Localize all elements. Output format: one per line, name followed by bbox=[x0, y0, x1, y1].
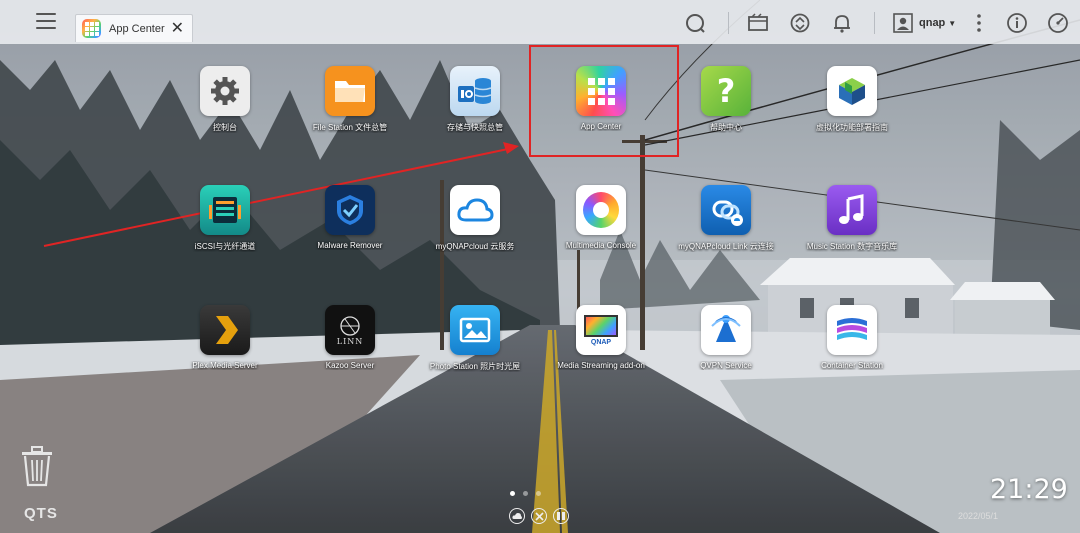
app-label: Container Station bbox=[821, 361, 883, 370]
app-file-station[interactable]: File Station 文件总管 bbox=[288, 66, 412, 133]
multimedia-icon bbox=[576, 185, 626, 235]
app-qvpn[interactable]: QVPN Service bbox=[664, 305, 788, 370]
music-note-icon bbox=[827, 185, 877, 235]
app-myqnapcloud-link[interactable]: myQNAPcloud Link 云连接 bbox=[664, 185, 788, 252]
folder-icon bbox=[325, 66, 375, 116]
shield-icon bbox=[325, 185, 375, 235]
page-indicator bbox=[510, 491, 541, 496]
app-label: Media Streaming add-on bbox=[557, 361, 645, 370]
background-task-icon[interactable] bbox=[747, 12, 769, 34]
tab-app-center[interactable]: App Center ✕ bbox=[75, 14, 193, 42]
cube-icon bbox=[827, 66, 877, 116]
recycle-bin-icon[interactable] bbox=[20, 445, 54, 487]
bottom-dock bbox=[509, 508, 569, 524]
qts-logo: QTS bbox=[24, 505, 58, 522]
app-label: 控制台 bbox=[213, 123, 237, 132]
app-control-panel[interactable]: 控制台 bbox=[163, 66, 287, 133]
app-media-streaming[interactable]: QNAP Media Streaming add-on bbox=[539, 305, 663, 370]
linn-wordmark: LINN bbox=[336, 336, 364, 346]
grid-dock-icon[interactable] bbox=[553, 508, 569, 524]
toolbar-divider bbox=[728, 12, 729, 34]
iscsi-icon bbox=[200, 185, 250, 235]
more-options-icon[interactable] bbox=[968, 12, 990, 34]
top-taskbar: App Center ✕ qnap ▼ bbox=[0, 0, 1080, 44]
app-multimedia-console[interactable]: Multimedia Console bbox=[539, 185, 663, 250]
question-icon: ? bbox=[701, 66, 751, 116]
close-icon[interactable]: ✕ bbox=[171, 18, 184, 38]
user-avatar-icon bbox=[893, 13, 913, 33]
app-center-tab-icon bbox=[82, 19, 101, 38]
main-menu-icon[interactable] bbox=[36, 13, 56, 31]
storage-icon bbox=[450, 66, 500, 116]
qnap-wordmark: QNAP bbox=[590, 338, 612, 346]
cloud-link-icon bbox=[701, 185, 751, 235]
app-label: QVPN Service bbox=[700, 361, 752, 370]
linn-icon: LINN bbox=[325, 305, 375, 355]
cloud-icon bbox=[450, 185, 500, 235]
app-label: Photo Station 照片时光屋 bbox=[429, 362, 521, 371]
app-label: File Station 文件总管 bbox=[312, 123, 388, 132]
app-help-center[interactable]: ? 帮助中心 bbox=[664, 66, 788, 133]
tools-dock-icon[interactable] bbox=[531, 508, 547, 524]
app-virtualization-guide[interactable]: 虚拟化功能部署指南 bbox=[790, 66, 914, 133]
app-label: 帮助中心 bbox=[710, 123, 742, 132]
chevron-down-icon: ▼ bbox=[948, 18, 957, 28]
app-photo-station[interactable]: Photo Station 照片时光屋 bbox=[413, 305, 537, 372]
app-label: iSCSI与光纤通道 bbox=[194, 242, 256, 251]
vpn-icon bbox=[701, 305, 751, 355]
external-device-icon[interactable] bbox=[789, 12, 811, 34]
page-dot[interactable] bbox=[523, 491, 528, 496]
notification-bell-icon[interactable] bbox=[831, 12, 853, 34]
app-label: Plex Media Server bbox=[192, 361, 258, 370]
photo-icon bbox=[450, 305, 500, 355]
app-myqnapcloud[interactable]: myQNAPcloud 云服务 bbox=[413, 185, 537, 252]
toolbar-divider bbox=[874, 12, 875, 34]
tab-label: App Center bbox=[109, 22, 165, 35]
app-malware-remover[interactable]: Malware Remover bbox=[288, 185, 412, 250]
app-grid-icon bbox=[576, 66, 626, 116]
app-app-center[interactable]: App Center bbox=[539, 66, 663, 131]
page-dot[interactable] bbox=[536, 491, 541, 496]
app-plex[interactable]: Plex Media Server bbox=[163, 305, 287, 370]
container-icon bbox=[827, 305, 877, 355]
dashboard-gauge-icon[interactable] bbox=[1047, 12, 1069, 34]
app-container-station[interactable]: Container Station bbox=[790, 305, 914, 370]
app-label: Malware Remover bbox=[317, 241, 383, 250]
user-name: qnap bbox=[919, 17, 946, 29]
qnap-streaming-icon: QNAP bbox=[576, 305, 626, 355]
plex-icon bbox=[200, 305, 250, 355]
app-label: myQNAPcloud Link 云连接 bbox=[678, 242, 774, 251]
app-kazoo[interactable]: LINN Kazoo Server bbox=[288, 305, 412, 370]
desktop-date: 2022/05/1 bbox=[958, 511, 999, 521]
search-icon[interactable] bbox=[684, 12, 706, 34]
app-label: myQNAPcloud 云服务 bbox=[435, 242, 515, 251]
app-music-station[interactable]: Music Station 数字音乐库 bbox=[790, 185, 914, 252]
gear-icon bbox=[200, 66, 250, 116]
app-label: Multimedia Console bbox=[565, 241, 637, 250]
page-dot[interactable] bbox=[510, 491, 515, 496]
user-menu[interactable]: qnap ▼ bbox=[893, 13, 956, 33]
app-label: 虚拟化功能部署指南 bbox=[816, 123, 888, 132]
desktop-clock: 21:29 bbox=[990, 474, 1068, 505]
app-storage-snapshots[interactable]: 存储与快照总管 bbox=[413, 66, 537, 133]
app-label: App Center bbox=[580, 122, 622, 131]
app-label: 存储与快照总管 bbox=[447, 123, 503, 132]
app-iscsi-fibre[interactable]: iSCSI与光纤通道 bbox=[163, 185, 287, 252]
app-label: Music Station 数字音乐库 bbox=[806, 242, 898, 251]
app-label: Kazoo Server bbox=[325, 361, 375, 370]
info-icon[interactable] bbox=[1006, 12, 1028, 34]
cloud-dock-icon[interactable] bbox=[509, 508, 525, 524]
